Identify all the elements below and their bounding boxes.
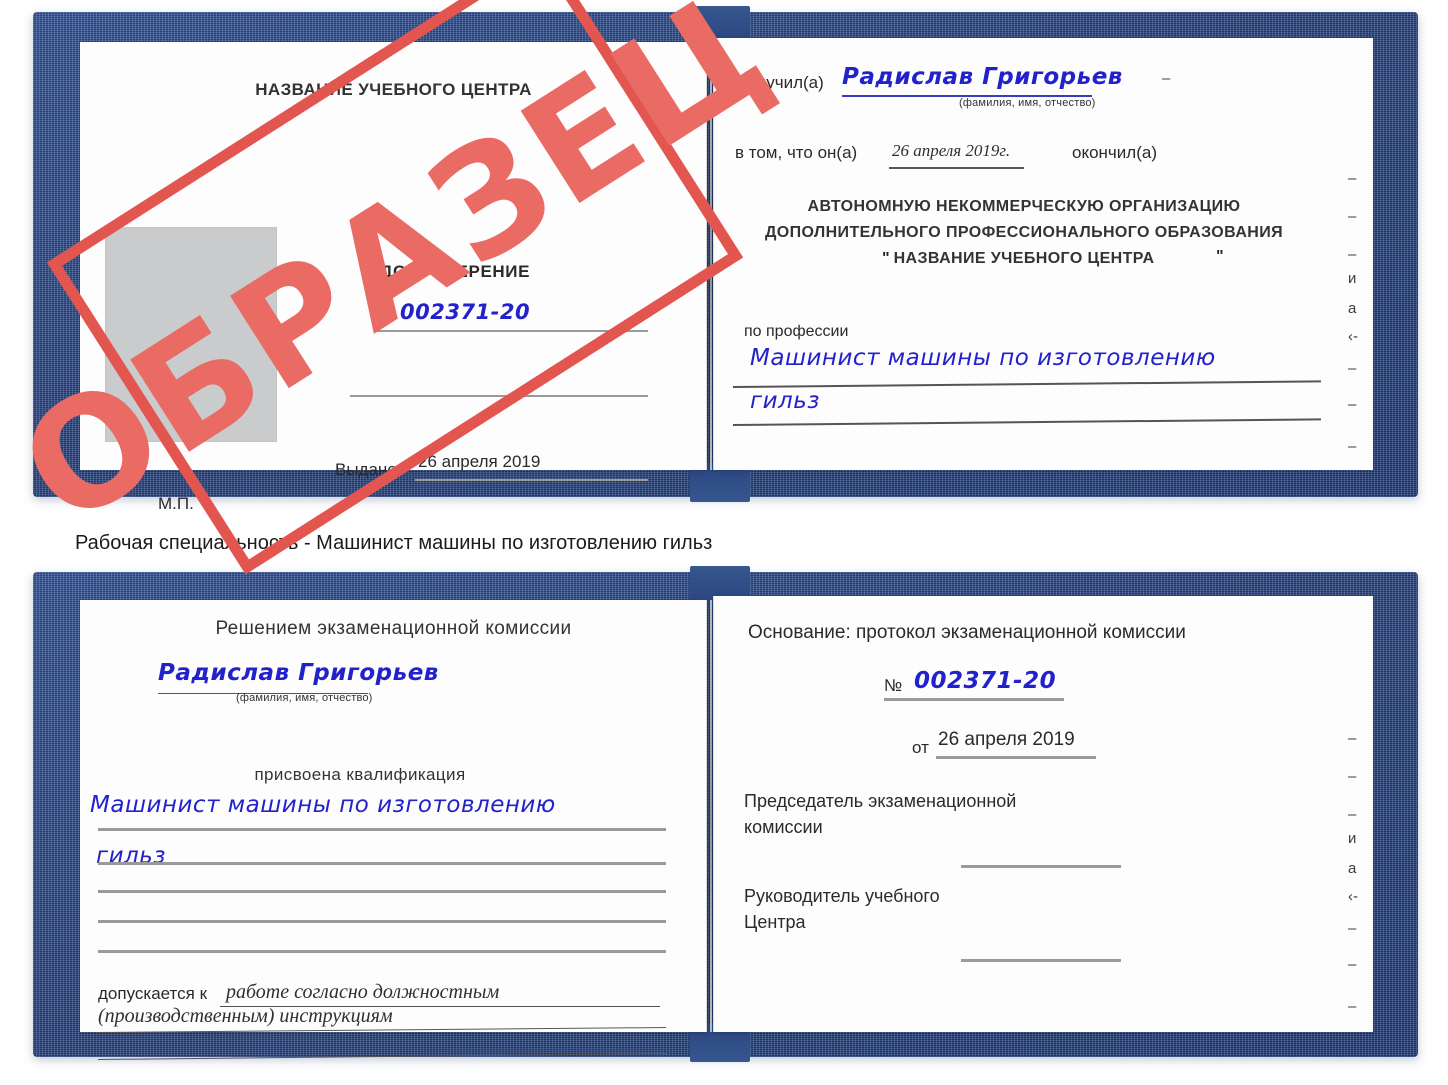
cert1-finished-label: окончил(а) xyxy=(1072,143,1157,162)
cert2-qualification-label: присвоена квалификация xyxy=(254,765,466,784)
cert2-from-value: 26 апреля 2019 xyxy=(938,729,1075,750)
cert1-seal-label: М.П. xyxy=(158,494,194,513)
edge-fragment: – xyxy=(1348,920,1357,937)
certificate-2-gutter xyxy=(710,600,712,1032)
cert1-completion-date: 26 апреля 2019г. xyxy=(892,141,1011,160)
cert2-blank-rule-2 xyxy=(98,920,666,923)
cert2-qualification-value-1: Машинист машины по изготовлению xyxy=(90,792,556,818)
cert2-name-hint: (фамилия, имя, отчество) xyxy=(236,692,373,704)
cert2-decision-title: Решением экзаменационной комиссии xyxy=(215,618,572,639)
cert2-name-value: Радислав Григорьев xyxy=(158,660,439,686)
cert2-number-symbol: № xyxy=(884,676,903,695)
edge-fragment: – xyxy=(1348,170,1357,187)
edge-fragment: – xyxy=(1348,438,1357,455)
cert2-blank-rule-1 xyxy=(98,890,666,893)
cert1-org-quote-close: " xyxy=(1216,248,1224,265)
edge-fragment: – xyxy=(1348,730,1357,747)
cert1-org-line-2: ДОПОЛНИТЕЛЬНОГО ПРОФЕССИОНАЛЬНОГО ОБРАЗО… xyxy=(764,224,1284,241)
cert2-basis-label: Основание: протокол экзаменационной коми… xyxy=(748,622,1186,643)
cert2-chairman-sign-rule xyxy=(961,865,1121,868)
cert2-qual-rule-1 xyxy=(98,828,666,831)
cert1-issued-rule xyxy=(415,479,648,481)
cert1-received-label: Получил(а) xyxy=(735,73,824,92)
cert1-number-value: 002371-20 xyxy=(400,300,531,324)
edge-fragment: – xyxy=(1348,208,1357,225)
photo-placeholder xyxy=(105,227,277,442)
cert2-number-value: 002371-20 xyxy=(914,668,1057,694)
edge-fragment: и xyxy=(1348,830,1357,847)
cert1-issued-value: 26 апреля 2019 xyxy=(418,452,541,471)
edge-fragment: – xyxy=(1348,360,1357,377)
edge-fragment: – xyxy=(1348,768,1357,785)
cert1-completion-rule xyxy=(889,167,1024,169)
cert2-from-label: от xyxy=(912,738,929,757)
cert1-that-he-label: в том, что он(а) xyxy=(735,143,858,162)
cert1-issued-label: Выдано xyxy=(335,460,397,479)
edge-fragment: – xyxy=(1348,998,1357,1015)
cert1-doc-type: УДОСТОВЕРЕНИЕ xyxy=(370,262,531,281)
cert1-profession-label: по профессии xyxy=(744,323,849,340)
cert1-number-rule xyxy=(375,330,648,332)
cert2-qualification-value-2: гильз xyxy=(96,843,167,869)
cert2-head-line-1: Руководитель учебного xyxy=(744,886,940,906)
cert2-number-rule xyxy=(884,698,1064,701)
edge-fragment: и xyxy=(1348,270,1357,287)
certificate-1-edge-fragments: – – – и а ‹- – – – xyxy=(1348,170,1372,470)
edge-fragment: а xyxy=(1348,860,1357,877)
certificate-1-right-page: Получил(а) Радислав Григорьев (фамилия, … xyxy=(713,38,1373,470)
certificate-1-gutter xyxy=(710,42,712,470)
cert2-head-line-2: Центра xyxy=(744,912,806,932)
cert1-org-line-1: АВТОНОМНУЮ НЕКОММЕРЧЕСКУЮ ОРГАНИЗАЦИЮ xyxy=(807,198,1241,215)
cert2-from-rule xyxy=(936,756,1096,759)
edge-fragment: – xyxy=(1348,396,1357,413)
cert1-org-line-3: НАЗВАНИЕ УЧЕБНОГО ЦЕНТРА xyxy=(893,250,1155,267)
cert2-head-sign-rule xyxy=(961,959,1121,962)
certificate-2-left-page: Решением экзаменационной комиссии Радисл… xyxy=(80,600,707,1061)
edge-fragment: ‹- xyxy=(1348,328,1358,345)
edge-fragment: – xyxy=(1348,806,1357,823)
cert1-profession-rule-2 xyxy=(732,418,1321,426)
caption-text: Рабочая специальность - Машинист машины … xyxy=(75,532,713,554)
edge-fragment: а xyxy=(1348,300,1357,317)
cert1-received-value: Радислав Григорьев xyxy=(842,64,1123,90)
cert2-chairman-line-1: Председатель экзаменационной xyxy=(744,791,1017,811)
cert2-qual-rule-2 xyxy=(98,862,666,865)
cert2-blank-rule-3 xyxy=(98,950,666,953)
certificate-2-edge-fragments: – – – и а ‹- – – – xyxy=(1348,730,1372,1030)
cert1-number-symbol: № xyxy=(375,304,394,323)
cert2-chairman-line-2: комиссии xyxy=(744,817,823,837)
cert2-allowed-value-2: (производственным) инструкциям xyxy=(98,1005,393,1027)
cert2-allowed-label: допускается к xyxy=(98,984,208,1003)
screenshot-root: НАЗВАНИЕ УЧЕБНОГО ЦЕНТРА УДОСТОВЕРЕНИЕ №… xyxy=(0,0,1448,1085)
cert1-org-title: НАЗВАНИЕ УЧЕБНОГО ЦЕНТРА xyxy=(255,80,532,99)
cert1-dash-1: – xyxy=(1162,70,1171,87)
edge-fragment: – xyxy=(1348,956,1357,973)
certificate-1-left-page: НАЗВАНИЕ УЧЕБНОГО ЦЕНТРА УДОСТОВЕРЕНИЕ №… xyxy=(80,42,707,513)
cert1-profession-rule-1 xyxy=(732,380,1321,388)
cert1-blank-rule xyxy=(350,395,648,397)
cert1-profession-value-2: гильз xyxy=(750,388,821,414)
cert1-name-hint: (фамилия, имя, отчество) xyxy=(959,97,1096,109)
edge-fragment: – xyxy=(1348,246,1357,263)
cert2-allowed-value-1: работе согласно должностным xyxy=(226,981,500,1003)
cert1-profession-value-1: Машинист машины по изготовлению xyxy=(750,345,1216,371)
edge-fragment: ‹- xyxy=(1348,888,1358,905)
certificate-2-right-page: Основание: протокол экзаменационной коми… xyxy=(713,596,1373,1032)
